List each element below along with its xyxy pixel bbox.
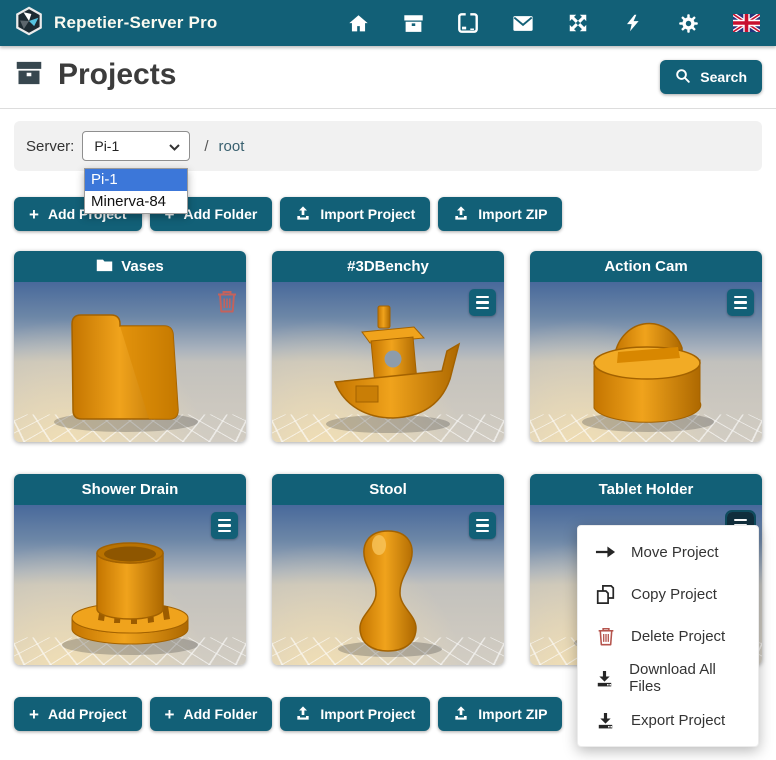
project-thumbnail-shower-drain[interactable] bbox=[14, 505, 246, 665]
hamburger-icon bbox=[476, 519, 489, 522]
import-project-button[interactable]: Import Project bbox=[280, 697, 430, 731]
upload-icon bbox=[295, 205, 311, 224]
server-label: Server: bbox=[26, 138, 74, 155]
server-select-dropdown: Pi-1 Minerva-84 bbox=[84, 168, 188, 214]
expand-printers-icon[interactable] bbox=[567, 12, 589, 34]
project-thumbnail-vases[interactable] bbox=[14, 282, 246, 442]
project-card-vases: Vases bbox=[14, 251, 246, 442]
page-header: Projects Search bbox=[0, 46, 776, 109]
hamburger-icon bbox=[734, 519, 747, 522]
export-icon bbox=[595, 711, 616, 730]
import-project-button[interactable]: Import Project bbox=[280, 197, 430, 231]
breadcrumb-root-link[interactable]: root bbox=[219, 138, 245, 155]
brand-title: Repetier-Server Pro bbox=[54, 13, 217, 33]
project-thumbnail-3dbenchy[interactable] bbox=[272, 282, 504, 442]
repetier-logo-icon bbox=[14, 6, 44, 41]
settings-gear-icon[interactable] bbox=[677, 12, 699, 34]
quick-commands-bolt-icon[interactable] bbox=[622, 12, 644, 34]
move-arrow-icon bbox=[595, 545, 616, 559]
projects-page: Repetier-Server Pro bbox=[0, 0, 776, 760]
server-bar: Server: Pi-1 Pi-1 Minerva-84 / root bbox=[14, 121, 762, 171]
card-menu-button[interactable] bbox=[469, 512, 496, 539]
upload-icon bbox=[453, 205, 469, 224]
import-zip-button[interactable]: Import ZIP bbox=[438, 697, 562, 731]
server-option-pi1[interactable]: Pi-1 bbox=[85, 169, 187, 191]
search-icon bbox=[675, 68, 691, 87]
download-icon bbox=[595, 669, 614, 688]
card-header[interactable]: Action Cam bbox=[530, 251, 762, 282]
card-menu-button[interactable] bbox=[469, 289, 496, 316]
projects-archive-icon bbox=[14, 59, 44, 92]
add-project-button[interactable]: + Add Project bbox=[14, 697, 142, 731]
server-option-minerva84[interactable]: Minerva-84 bbox=[85, 191, 187, 213]
plus-icon: + bbox=[29, 206, 39, 223]
card-menu-button[interactable] bbox=[211, 512, 238, 539]
project-card-stool: Stool bbox=[272, 474, 504, 665]
menu-item-export-project[interactable]: Export Project bbox=[578, 699, 758, 741]
hamburger-icon bbox=[218, 519, 231, 522]
hamburger-icon bbox=[734, 296, 747, 299]
delete-folder-trash-button[interactable] bbox=[216, 289, 238, 319]
plus-icon: + bbox=[29, 706, 39, 723]
breadcrumb: / root bbox=[204, 138, 244, 155]
project-card-action-cam: Action Cam bbox=[530, 251, 762, 442]
project-thumbnail-action-cam[interactable] bbox=[530, 282, 762, 442]
menu-item-copy-project[interactable]: Copy Project bbox=[578, 573, 758, 615]
project-thumbnail-stool[interactable] bbox=[272, 505, 504, 665]
import-zip-button[interactable]: Import ZIP bbox=[438, 197, 562, 231]
add-folder-button[interactable]: + Add Folder bbox=[150, 697, 273, 731]
upload-icon bbox=[453, 705, 469, 724]
messages-mail-icon[interactable] bbox=[512, 12, 534, 34]
card-header[interactable]: Stool bbox=[272, 474, 504, 505]
project-card-shower-drain: Shower Drain bbox=[14, 474, 246, 665]
copy-icon bbox=[595, 584, 616, 605]
card-header[interactable]: Vases bbox=[14, 251, 246, 282]
menu-item-delete-project[interactable]: Delete Project bbox=[578, 615, 758, 657]
upload-icon bbox=[295, 705, 311, 724]
vases-folder-render bbox=[14, 282, 246, 442]
folder-icon bbox=[96, 258, 113, 276]
page-title: Projects bbox=[58, 58, 176, 92]
project-context-menu: Move Project Copy Project Delete Project bbox=[577, 525, 759, 747]
chevron-down-icon bbox=[169, 138, 180, 154]
menu-item-download-all-files[interactable]: Download All Files bbox=[578, 657, 758, 699]
server-select[interactable]: Pi-1 bbox=[82, 131, 190, 161]
project-card-3dbenchy: #3DBenchy bbox=[272, 251, 504, 442]
card-header[interactable]: #3DBenchy bbox=[272, 251, 504, 282]
trash-icon bbox=[595, 626, 616, 647]
search-button[interactable]: Search bbox=[660, 60, 762, 94]
menu-item-move-project[interactable]: Move Project bbox=[578, 531, 758, 573]
card-header[interactable]: Shower Drain bbox=[14, 474, 246, 505]
plus-icon: + bbox=[165, 706, 175, 723]
language-uk-flag-icon[interactable] bbox=[732, 12, 760, 34]
navbar-icons bbox=[347, 12, 760, 34]
top-navbar: Repetier-Server Pro bbox=[0, 0, 776, 46]
card-menu-button[interactable] bbox=[727, 289, 754, 316]
hamburger-icon bbox=[476, 296, 489, 299]
print-bed-icon[interactable] bbox=[457, 12, 479, 34]
brand-home-link[interactable]: Repetier-Server Pro bbox=[14, 6, 217, 41]
home-icon[interactable] bbox=[347, 12, 369, 34]
card-header[interactable]: Tablet Holder bbox=[530, 474, 762, 505]
projects-box-icon[interactable] bbox=[402, 12, 424, 34]
